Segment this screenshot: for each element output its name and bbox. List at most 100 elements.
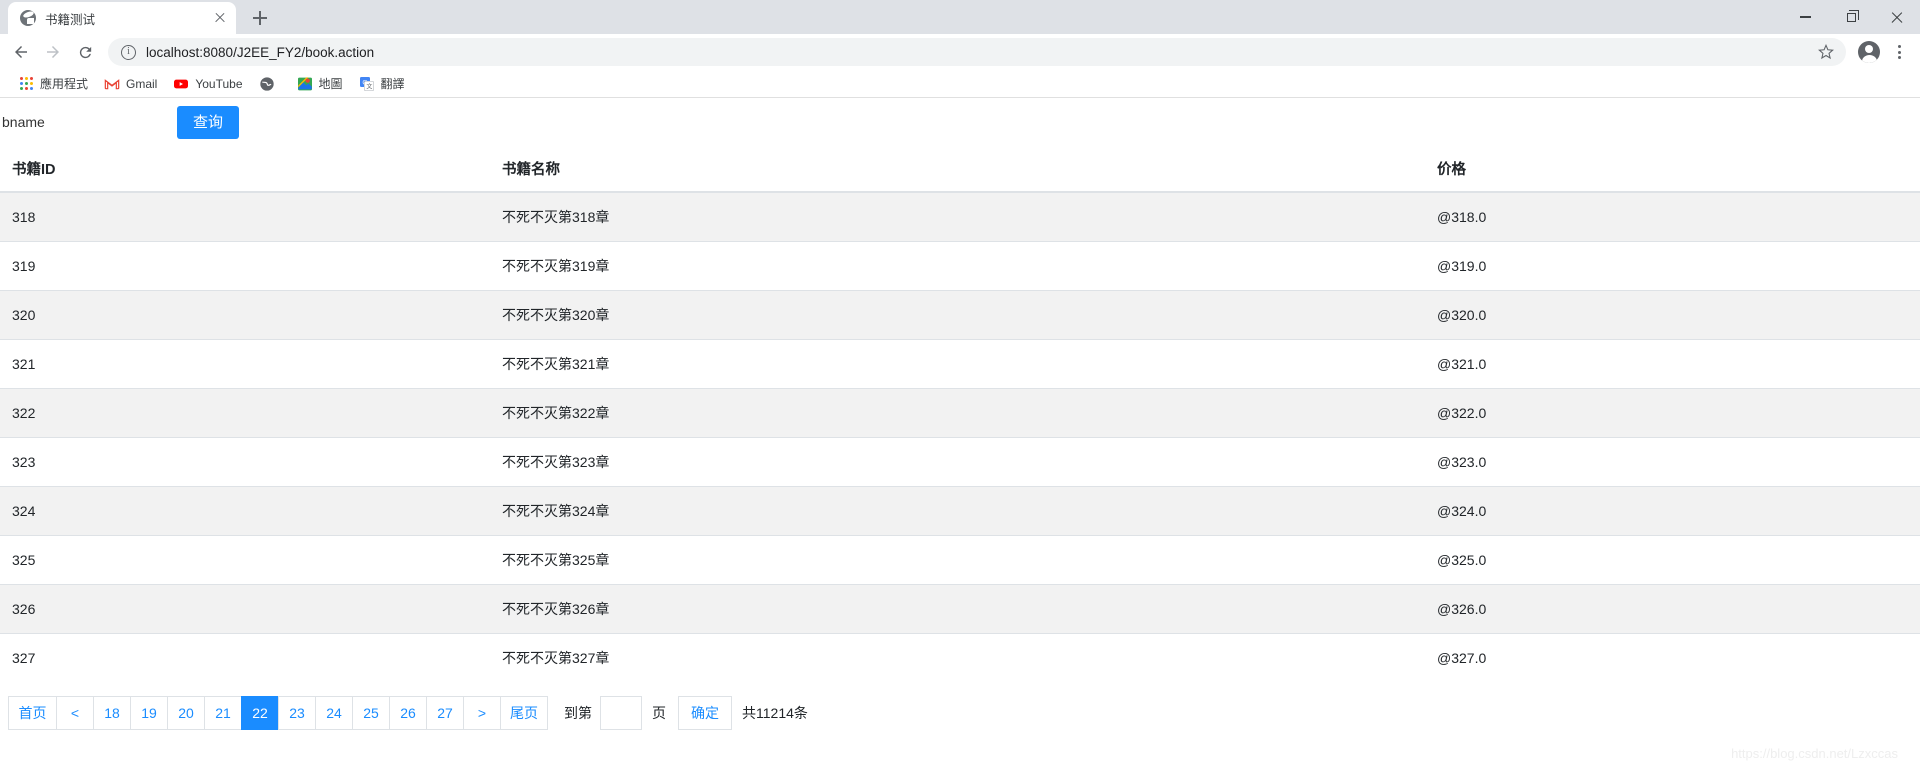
pagination-page-22[interactable]: 22	[241, 696, 278, 730]
cell-price: @318.0	[1425, 191, 1920, 241]
tab-strip: 书籍测试	[0, 0, 1920, 34]
table-head: 书籍ID 书籍名称 价格	[0, 146, 1920, 193]
page-content: 查询 书籍ID 书籍名称 价格 318 不死不灭第318章 @318.0	[0, 98, 1920, 769]
pagination-page-18[interactable]: 18	[93, 696, 130, 730]
minimize-icon	[1799, 16, 1811, 18]
bname-input[interactable]	[0, 107, 160, 137]
bookmark-label: YouTube	[195, 76, 243, 91]
avatar[interactable]	[1858, 41, 1880, 63]
browser-toolbar: localhost:8080/J2EE_FY2/book.action	[0, 34, 1920, 70]
forward-arrow-icon	[47, 46, 59, 58]
youtube-icon	[173, 76, 189, 92]
tab-title: 书籍测试	[45, 12, 96, 27]
column-header-id: 书籍ID	[0, 146, 490, 193]
browser-window: 书籍测试 localhost:8080/J2E	[0, 0, 1920, 769]
pagination-first[interactable]: 首页	[8, 696, 56, 730]
cell-id: 326	[0, 583, 490, 633]
table-row: 318 不死不灭第318章 @318.0	[0, 191, 1920, 241]
confirm-button[interactable]: 确定	[678, 696, 732, 730]
cell-id: 327	[0, 632, 490, 682]
translate-icon: G 文	[359, 76, 375, 92]
pagination-page-25[interactable]: 25	[352, 696, 389, 730]
bookmark-maps[interactable]: 地圖	[289, 72, 351, 95]
cell-id: 320	[0, 289, 490, 339]
bookmark-label: Gmail	[126, 76, 158, 91]
table-row: 322 不死不灭第322章 @322.0	[0, 387, 1920, 437]
close-icon[interactable]	[212, 10, 228, 26]
minimize-button[interactable]	[1782, 1, 1828, 33]
cell-name: 不死不灭第318章	[490, 191, 1425, 241]
bookmark-label: 地圖	[318, 77, 343, 91]
bookmark-translate[interactable]: G 文 翻譯	[351, 72, 413, 95]
cell-name: 不死不灭第324章	[490, 485, 1425, 535]
kebab-menu-icon[interactable]	[1888, 39, 1910, 65]
cell-name: 不死不灭第326章	[490, 583, 1425, 633]
bookmark-label: 翻譯	[380, 77, 405, 91]
pagination-page-20[interactable]: 20	[167, 696, 204, 730]
pagination-page-26[interactable]: 26	[389, 696, 426, 730]
book-table: 书籍ID 书籍名称 价格 318 不死不灭第318章 @318.0 319 不死…	[0, 146, 1920, 682]
pagination-page-23[interactable]: 23	[278, 696, 315, 730]
bookmark-label: 應用程式	[40, 77, 89, 91]
cell-id: 325	[0, 534, 490, 584]
table-body: 318 不死不灭第318章 @318.0 319 不死不灭第319章 @319.…	[0, 191, 1920, 682]
cell-price: @324.0	[1425, 485, 1920, 535]
forward-button[interactable]	[38, 37, 68, 67]
column-header-name: 书籍名称	[490, 146, 1425, 193]
goto-page-input[interactable]	[600, 696, 642, 730]
table-row: 320 不死不灭第320章 @320.0	[0, 289, 1920, 339]
bookmark-youtube[interactable]: YouTube	[165, 73, 250, 95]
cell-name: 不死不灭第327章	[490, 632, 1425, 682]
pagination-prev[interactable]: <	[56, 696, 93, 730]
query-button[interactable]: 查询	[177, 106, 240, 139]
goto-suffix-label: 页	[652, 705, 666, 721]
cell-id: 318	[0, 191, 490, 241]
pagination-last[interactable]: 尾页	[500, 696, 548, 730]
cell-price: @319.0	[1425, 240, 1920, 290]
cell-price: @323.0	[1425, 436, 1920, 486]
pagination-page-24[interactable]: 24	[315, 696, 352, 730]
gmail-icon	[104, 76, 120, 92]
close-icon	[1891, 11, 1903, 23]
new-tab-button[interactable]	[246, 4, 274, 32]
table-row: 319 不死不灭第319章 @319.0	[0, 240, 1920, 290]
url-text: localhost:8080/J2EE_FY2/book.action	[146, 44, 375, 60]
maximize-button[interactable]	[1828, 1, 1874, 33]
address-bar[interactable]: localhost:8080/J2EE_FY2/book.action	[108, 38, 1846, 66]
maps-icon	[297, 76, 313, 92]
cell-name: 不死不灭第321章	[490, 338, 1425, 388]
table-row: 326 不死不灭第326章 @326.0	[0, 583, 1920, 633]
cell-price: @322.0	[1425, 387, 1920, 437]
maximize-icon	[1846, 10, 1859, 22]
bookmark-gmail[interactable]: Gmail	[96, 73, 165, 95]
globe-icon	[20, 10, 36, 26]
star-icon[interactable]	[1818, 44, 1834, 60]
table-row: 323 不死不灭第323章 @323.0	[0, 436, 1920, 486]
total-count-label: 共11214条	[742, 705, 808, 721]
bookmarks-bar: 應用程式 Gmail YouTube 地圖 文 翻譯	[0, 70, 1920, 98]
reload-button[interactable]	[70, 37, 100, 67]
pagination: 首页 < 18 19 20 21 22 23 24 25 26 27 > 尾页 …	[0, 682, 1920, 730]
window-controls	[1782, 0, 1920, 34]
cell-id: 321	[0, 338, 490, 388]
cell-price: @325.0	[1425, 534, 1920, 584]
bookmark-apps[interactable]: 應用程式	[10, 72, 96, 95]
goto-prefix-label: 到第	[564, 705, 592, 721]
cell-price: @327.0	[1425, 632, 1920, 682]
table-row: 324 不死不灭第324章 @324.0	[0, 485, 1920, 535]
info-icon[interactable]	[121, 44, 136, 60]
pagination-page-19[interactable]: 19	[130, 696, 167, 730]
cell-id: 324	[0, 485, 490, 535]
pagination-next[interactable]: >	[463, 696, 500, 730]
bookmark-globe[interactable]	[251, 73, 289, 95]
back-button[interactable]	[6, 37, 36, 67]
cell-name: 不死不灭第319章	[490, 240, 1425, 290]
browser-tab[interactable]: 书籍测试	[8, 2, 236, 34]
table-row: 321 不死不灭第321章 @321.0	[0, 338, 1920, 388]
cell-id: 323	[0, 436, 490, 486]
search-bar: 查询	[0, 98, 1920, 146]
pagination-page-27[interactable]: 27	[426, 696, 463, 730]
pagination-page-21[interactable]: 21	[204, 696, 241, 730]
cell-id: 322	[0, 387, 490, 437]
window-close-button[interactable]	[1874, 1, 1920, 33]
